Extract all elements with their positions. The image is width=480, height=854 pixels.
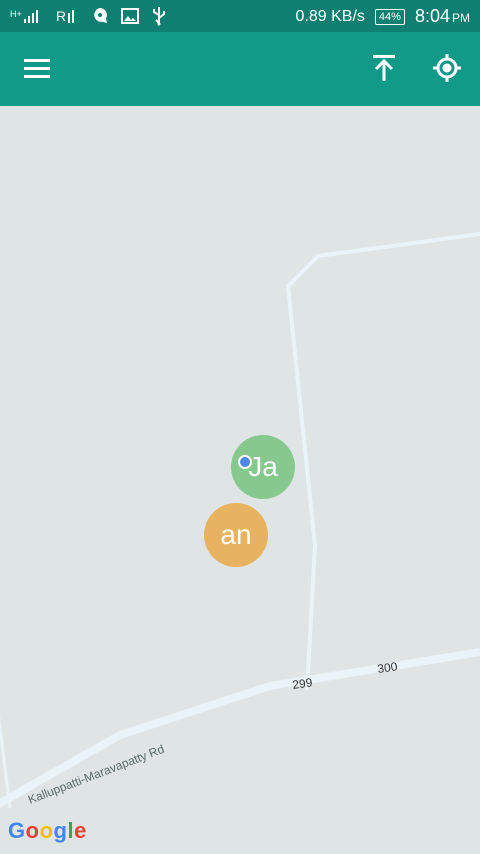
cluster-label: Ja (248, 451, 278, 482)
network-speed: 0.89 KB/s (295, 7, 365, 25)
status-info-right: 0.89 KB/s 44% 8:04 PM (296, 6, 470, 27)
signal-2-icon: R (56, 7, 80, 30)
menu-button[interactable] (15, 48, 59, 92)
clock: 8:04 PM (415, 6, 470, 27)
my-location-button[interactable] (425, 48, 469, 92)
signal-icon: H+ (10, 7, 46, 30)
arrow-to-top-icon (372, 54, 396, 87)
chat-bubble-icon (90, 6, 110, 31)
clock-ampm: PM (452, 11, 470, 25)
map-marker-cluster[interactable]: an (204, 503, 268, 567)
clock-time: 8:04 (414, 6, 450, 26)
usb-icon (150, 6, 168, 31)
road-marker-299: 299 (291, 675, 313, 692)
road-marker-300: 300 (376, 659, 398, 676)
status-icons-left: H+ R (10, 6, 168, 31)
svg-text:H+: H+ (10, 9, 22, 19)
image-icon (120, 7, 140, 30)
upload-button[interactable] (362, 48, 406, 92)
my-location-icon (432, 53, 462, 88)
cluster-label: an (220, 519, 252, 550)
svg-text:R: R (56, 8, 66, 24)
battery-indicator: 44% (374, 8, 405, 25)
status-bar: H+ R 0.89 KB/s 44% 8:04 PM (0, 0, 480, 32)
current-location-dot (238, 455, 252, 469)
app-bar (0, 32, 480, 106)
google-logo: Google (8, 818, 87, 843)
menu-icon (24, 58, 50, 83)
